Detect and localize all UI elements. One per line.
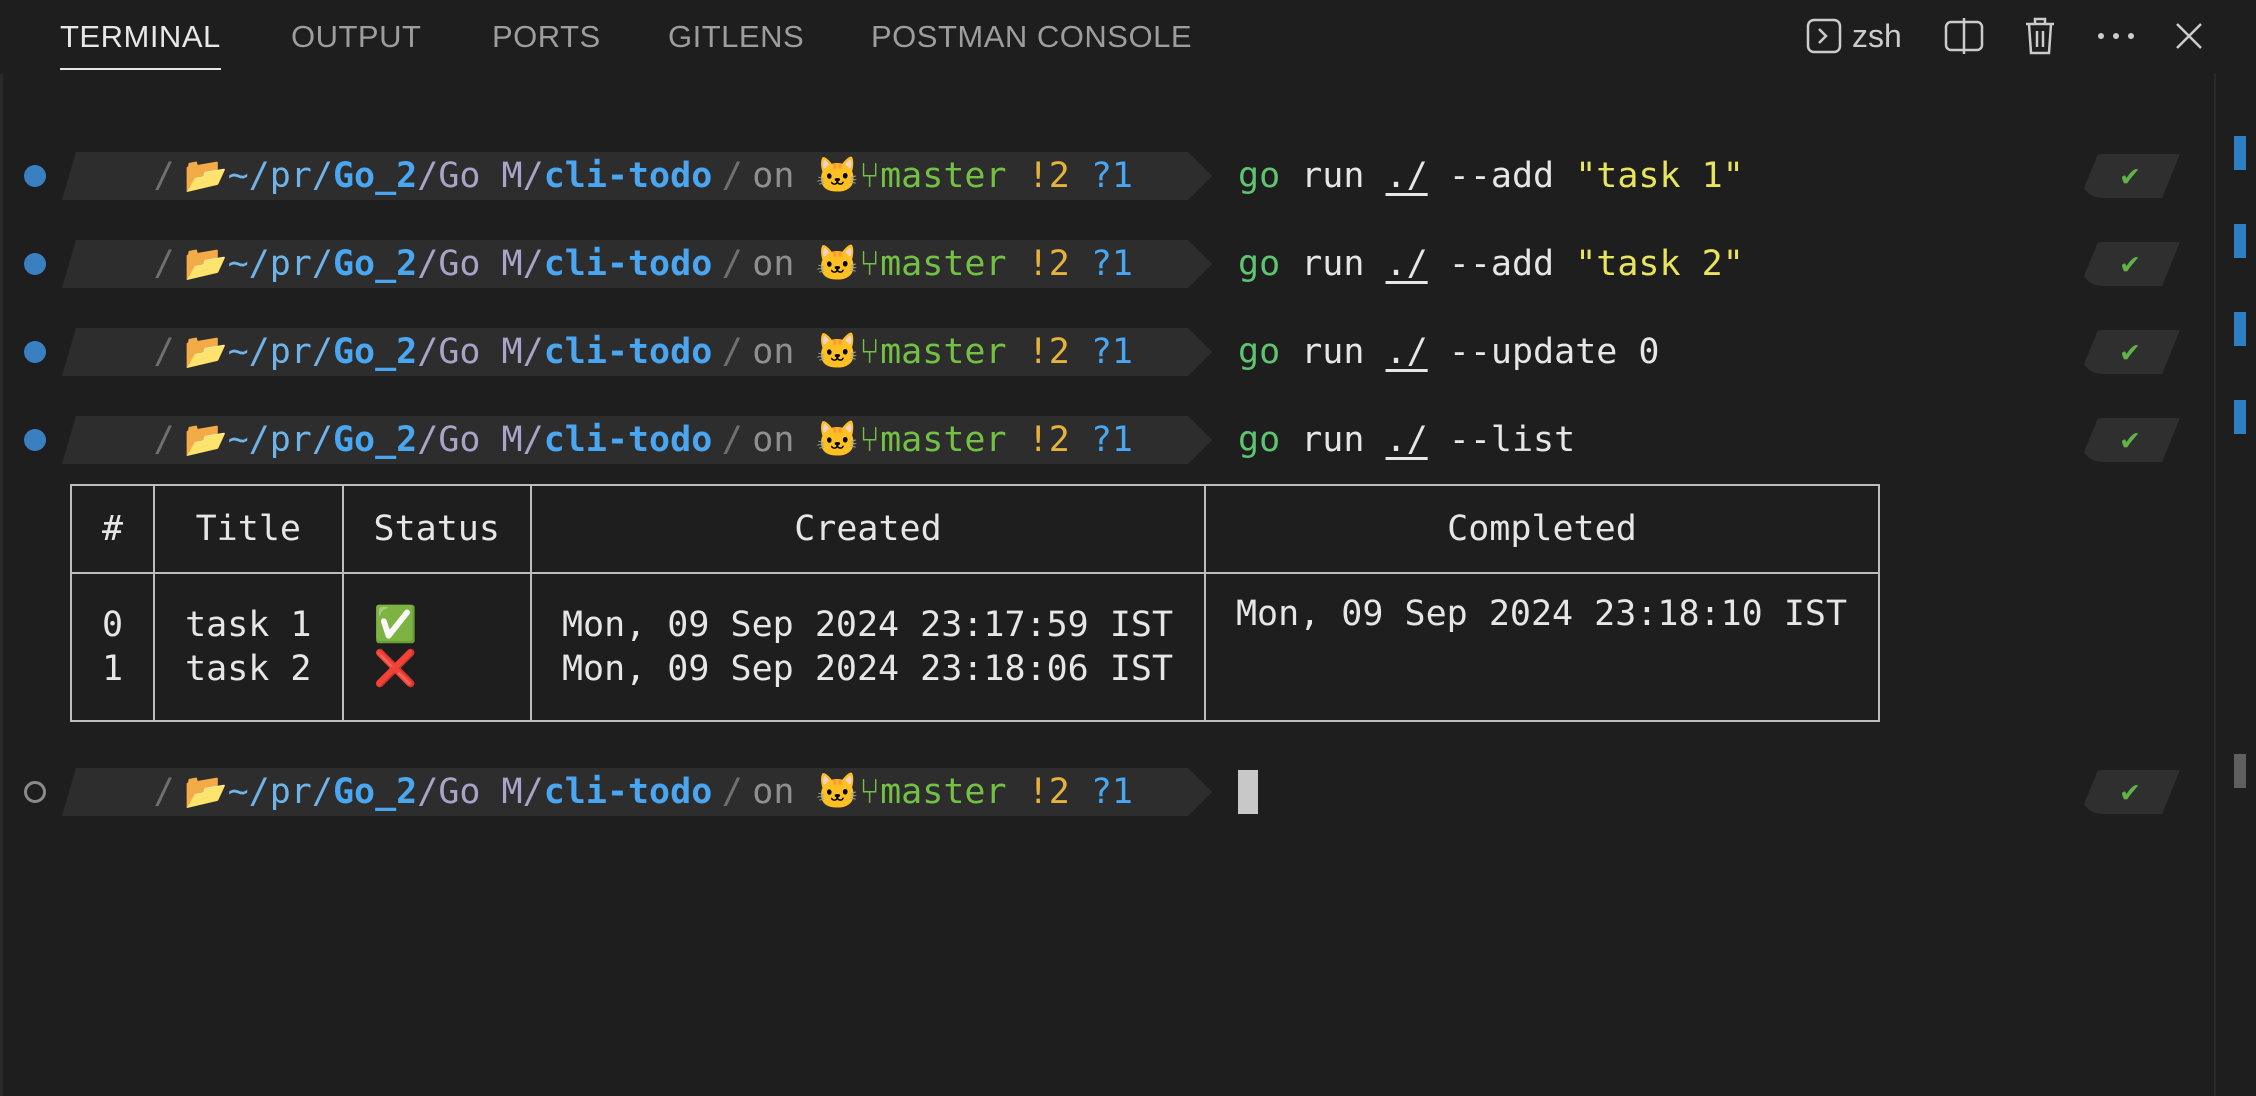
command-decoration-success[interactable]: [24, 253, 46, 275]
command-decoration-pending[interactable]: [24, 781, 46, 803]
prompt: / 📂 ~/pr/Go_2/Go M/cli-todo / on 🐱 ⑂ master !2…: [62, 322, 1133, 382]
panel-tab-bar: TERMINAL OUTPUT PORTS GITLENS POSTMAN CO…: [0, 0, 2256, 74]
terminal-shell-selector[interactable]: zsh: [1806, 14, 1902, 58]
status-done-icon: ✅: [373, 605, 418, 645]
trash-icon: [2022, 16, 2058, 56]
more-actions-button[interactable]: [2096, 14, 2136, 58]
tab-terminal[interactable]: TERMINAL: [60, 0, 221, 70]
exit-status-check-icon: ✔: [2080, 154, 2180, 198]
split-icon: [1944, 18, 1984, 54]
tab-gitlens[interactable]: GITLENS: [668, 0, 804, 70]
terminal-line: / 📂 ~/pr/Go_2/Go M/cli-todo / on 🐱 ⑂ master !2…: [0, 146, 2200, 206]
terminal-line: / 📂 ~/pr/Go_2/Go M/cli-todo / on 🐱 ⑂ master !2…: [0, 234, 2200, 294]
terminal-line: / 📂 ~/pr/Go_2/Go M/cli-todo / on 🐱 ⑂ master !2…: [0, 322, 2200, 382]
table-row: 01 task 1 task 2 ✅ ❌ Mon, 09 Sep 2024 23:1…: [69, 572, 1880, 722]
column-header-id: #: [69, 484, 156, 574]
folder-icon: 📂: [184, 156, 228, 196]
command-decoration-success[interactable]: [24, 165, 46, 187]
command-text: go run ./ --add "task 2": [1238, 244, 1744, 284]
shell-label: zsh: [1852, 17, 1902, 54]
branch-icon: ⑂: [859, 772, 881, 812]
branch-icon: ⑂: [859, 420, 881, 460]
exit-status-check-icon: ✔: [2080, 418, 2180, 462]
folder-icon: 📂: [184, 332, 228, 372]
prompt: / 📂 ~/pr/Go_2/Go M/cli-todo / on 🐱 ⑂ master !2…: [62, 234, 1133, 294]
tab-output[interactable]: OUTPUT: [291, 0, 421, 70]
branch-icon: ⑂: [859, 156, 881, 196]
command-decoration-success[interactable]: [24, 341, 46, 363]
close-panel-button[interactable]: [2174, 14, 2204, 58]
todo-list-table: # Title Status Created Completed 01 task…: [69, 484, 1880, 722]
kill-terminal-button[interactable]: [2022, 14, 2058, 58]
folder-icon: 📂: [184, 420, 228, 460]
terminal-output[interactable]: / 📂 ~/pr/Go_2/Go M/cli-todo / on 🐱 ⑂ master !2…: [0, 74, 2216, 1096]
command-text: go run ./ --add "task 1": [1238, 156, 1744, 196]
status-pending-icon: ❌: [373, 649, 418, 689]
github-icon: 🐱: [815, 332, 860, 372]
command-text: go run ./ --update 0: [1238, 332, 1660, 372]
prompt: / 📂 ~/pr/Go_2/Go M/cli-todo / on 🐱 ⑂ master !2…: [62, 146, 1133, 206]
folder-icon: 📂: [184, 244, 228, 284]
folder-icon: 📂: [184, 772, 228, 812]
column-header-completed: Completed: [1203, 484, 1880, 574]
github-icon: 🐱: [815, 772, 860, 812]
more-icon: [2096, 31, 2136, 41]
column-header-title: Title: [153, 484, 344, 574]
tab-ports[interactable]: PORTS: [492, 0, 601, 70]
column-header-created: Created: [529, 484, 1206, 574]
column-header-status: Status: [341, 484, 532, 574]
branch-icon: ⑂: [859, 332, 881, 372]
exit-status-check-icon: ✔: [2080, 770, 2180, 814]
terminal-scrollbar[interactable]: [2214, 74, 2256, 1096]
scrollbar-thumb[interactable]: [2234, 754, 2246, 788]
exit-status-check-icon: ✔: [2080, 330, 2180, 374]
exit-status-check-icon: ✔: [2080, 242, 2180, 286]
close-icon: [2174, 21, 2204, 51]
terminal-line: / 📂 ~/pr/Go_2/Go M/cli-todo / on 🐱 ⑂ master !2…: [0, 410, 2200, 470]
github-icon: 🐱: [815, 244, 860, 284]
scrollbar-marker: [2234, 136, 2246, 170]
branch-icon: ⑂: [859, 244, 881, 284]
scrollbar-marker: [2234, 224, 2246, 258]
github-icon: 🐱: [815, 420, 860, 460]
github-icon: 🐱: [815, 156, 860, 196]
scrollbar-marker: [2234, 400, 2246, 434]
terminal-icon: [1806, 18, 1842, 54]
table-header-row: # Title Status Created Completed: [69, 484, 1880, 574]
terminal-cursor[interactable]: [1238, 770, 1258, 814]
terminal-current-line: / 📂 ~/pr/Go_2/Go M/cli-todo / on 🐱 ⑂ master !2…: [0, 762, 2200, 822]
split-terminal-button[interactable]: [1944, 14, 1984, 58]
command-text: go run ./ --list: [1238, 420, 1576, 460]
prompt: / 📂 ~/pr/Go_2/Go M/cli-todo / on 🐱 ⑂ master !2…: [62, 410, 1133, 470]
tab-postman-console[interactable]: POSTMAN CONSOLE: [871, 0, 1192, 70]
prompt: / 📂 ~/pr/Go_2/Go M/cli-todo / on 🐱 ⑂ master !2…: [62, 762, 1133, 822]
scrollbar-marker: [2234, 312, 2246, 346]
command-decoration-success[interactable]: [24, 429, 46, 451]
